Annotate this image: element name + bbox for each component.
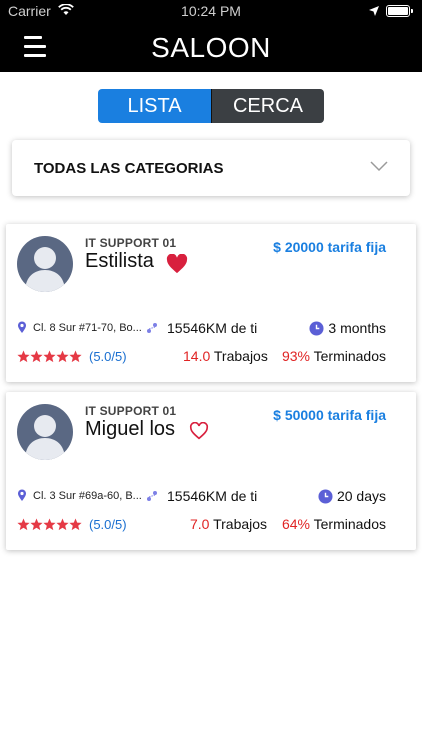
price-label: $ 20000 tarifa fija: [273, 239, 386, 255]
category-label: TODAS LAS CATEGORIAS: [34, 160, 224, 177]
address-text: Cl. 8 Sur #71-70, Bo...: [33, 321, 142, 334]
stars-icon: [17, 518, 82, 531]
completion-percent: 64%: [281, 516, 310, 532]
category-dropdown[interactable]: TODAS LAS CATEGORIAS: [12, 140, 410, 196]
nav-bar: SALOON: [0, 22, 422, 72]
jobs-count: 14.0 Trabajos: [183, 348, 268, 364]
clock-icon: [318, 488, 333, 504]
address-text: Cl. 3 Sur #69a-60, B...: [33, 489, 142, 502]
tab-cerca[interactable]: CERCA: [211, 89, 324, 123]
location-arrow-icon: [368, 4, 380, 20]
heart-filled-icon[interactable]: [166, 253, 188, 279]
completion-label: Terminados: [313, 516, 386, 532]
avatar: [17, 236, 73, 292]
rating-text: (5.0/5): [89, 349, 127, 364]
star-rating: (5.0/5): [17, 349, 127, 364]
avatar: [17, 404, 73, 460]
completion-percent: 93%: [281, 348, 310, 364]
provider-name: Miguel los: [85, 418, 176, 440]
duration-row: 20 days: [318, 488, 386, 504]
completion-label: Terminados: [313, 348, 386, 364]
rating-text: (5.0/5): [89, 517, 127, 532]
provider-card[interactable]: IT SUPPORT 01 Miguel los $ 50000 tarifa …: [6, 392, 416, 550]
duration-row: 3 months: [309, 320, 386, 336]
route-pin-icon: [146, 322, 157, 333]
map-pin-icon: [18, 489, 26, 501]
address-row: Cl. 3 Sur #69a-60, B...: [17, 489, 158, 502]
provider-name: Estilista: [85, 250, 154, 272]
route-pin-icon: [146, 490, 157, 501]
clock-time: 10:24 PM: [181, 3, 241, 19]
stars-icon: [17, 350, 82, 363]
jobs-count: 7.0 Trabajos: [190, 516, 267, 532]
star-rating: (5.0/5): [17, 517, 127, 532]
page-title: SALOON: [151, 32, 271, 63]
company-label: IT SUPPORT 01: [85, 404, 177, 418]
completion-rate: 64% Terminados: [282, 516, 386, 532]
distance-label: 15546KM de ti: [167, 488, 258, 504]
address-row: Cl. 8 Sur #71-70, Bo...: [17, 321, 158, 334]
completion-rate: 93% Terminados: [282, 348, 386, 364]
jobs-number: 14.0: [183, 348, 211, 364]
tab-lista[interactable]: LISTA: [98, 89, 211, 123]
battery-icon: [386, 5, 413, 17]
status-bar: Carrier 10:24 PM: [0, 0, 422, 22]
distance-label: 15546KM de ti: [167, 320, 258, 336]
heart-outline-icon[interactable]: [189, 421, 209, 445]
view-toggle: LISTA CERCA: [98, 89, 324, 123]
company-label: IT SUPPORT 01: [85, 236, 177, 250]
duration-text: 3 months: [328, 320, 386, 336]
provider-card[interactable]: IT SUPPORT 01 Estilista $ 20000 tarifa f…: [6, 224, 416, 382]
price-label: $ 50000 tarifa fija: [273, 407, 386, 423]
jobs-label: Trabajos: [213, 516, 268, 532]
jobs-label: Trabajos: [213, 348, 268, 364]
clock-icon: [309, 320, 324, 336]
duration-text: 20 days: [336, 488, 386, 504]
jobs-number: 7.0: [190, 516, 210, 532]
chevron-down-icon: [370, 159, 388, 177]
map-pin-icon: [18, 321, 26, 333]
